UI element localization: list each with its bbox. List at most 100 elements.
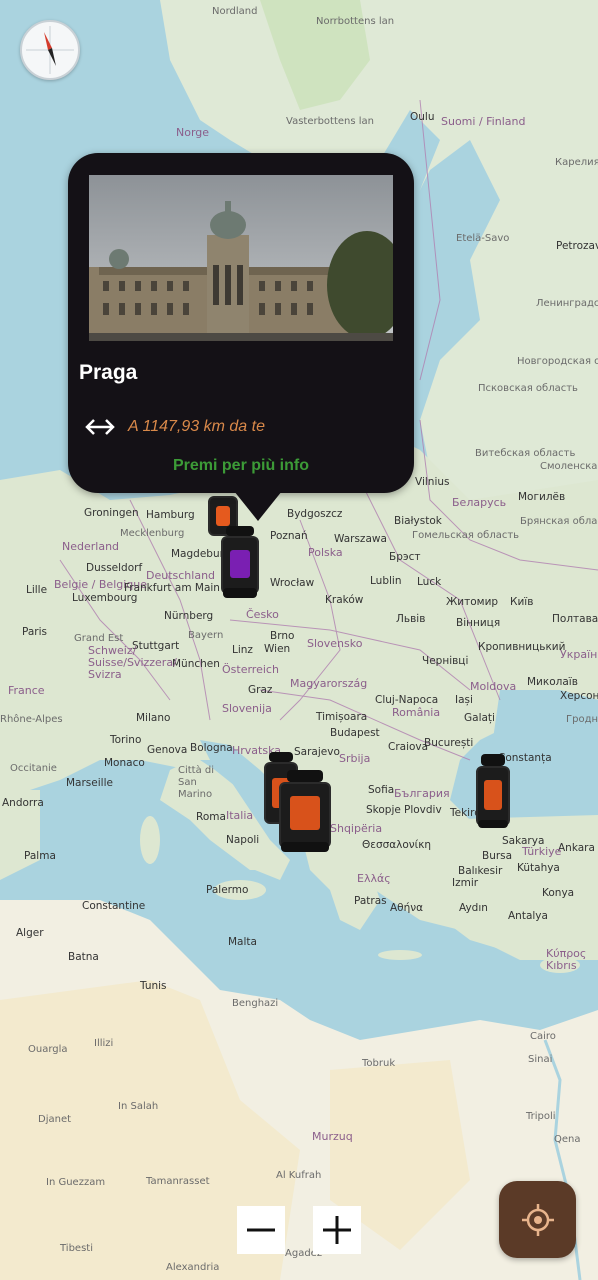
location-title: Praga	[79, 361, 138, 384]
map-label: Batna	[68, 951, 99, 963]
map-label: Tobruk	[362, 1058, 396, 1069]
lantern-marker[interactable]	[220, 526, 260, 600]
map-label: Luck	[417, 576, 442, 588]
map-label: Murzuq	[312, 1130, 353, 1143]
map-label: Graz	[248, 684, 273, 696]
map-label: Oulu	[410, 111, 435, 123]
map-label: Djanet	[38, 1114, 72, 1125]
map-label: Могилёв	[518, 491, 566, 503]
map-label: Mecklenburg	[120, 528, 185, 539]
map-label: München	[172, 658, 220, 670]
map-label: Kraków	[325, 594, 364, 606]
map-label: Гомельская область	[412, 530, 520, 541]
map-label: Grand Est	[74, 633, 124, 644]
map-label: Deutschland	[146, 569, 216, 582]
map-label: Tibesti	[60, 1243, 93, 1254]
distance-row: A 1147,93 km da te	[84, 413, 265, 441]
map-label: Wrocław	[270, 577, 315, 589]
map-label: Vasterbottens lan	[286, 116, 375, 127]
zoom-in-button[interactable]	[313, 1206, 361, 1254]
map-label: България	[394, 787, 450, 800]
map-label: Groningen	[84, 507, 139, 519]
map-label: Qena	[554, 1134, 581, 1145]
map-label: In Guezzam	[46, 1177, 106, 1188]
map-label: Schweiz/ Suisse/Svizzera/ Svizra	[88, 644, 177, 681]
map-label: Θεσσαλονίκη	[362, 839, 432, 851]
map-label: Львів	[396, 613, 426, 625]
map-label: România	[392, 706, 441, 719]
map-label: Napoli	[226, 834, 260, 846]
zoom-out-button[interactable]	[237, 1206, 285, 1254]
map-label: Etelä-Savo	[456, 233, 510, 244]
map-label: Paris	[22, 626, 47, 638]
map-label: Tripoli	[526, 1111, 556, 1122]
map-label: Milano	[136, 712, 171, 724]
more-info-link[interactable]: Premi per più info	[68, 457, 414, 475]
map-label: Monaco	[104, 757, 145, 769]
map-label: Città di San Marino	[178, 765, 215, 800]
map-label: Polska	[308, 546, 343, 559]
map-label: Palermo	[206, 884, 249, 896]
map-label: Sarajevo	[294, 746, 340, 758]
map-label: București	[424, 737, 474, 749]
map-label: Norge	[176, 126, 210, 139]
map-label: Frankfurt am Main	[124, 582, 220, 594]
map-label: Гродненская	[566, 714, 598, 725]
map-label: Nordland	[212, 6, 258, 17]
map-label: In Salah	[118, 1101, 159, 1112]
popup-pointer	[234, 491, 282, 521]
map-label: France	[8, 684, 45, 697]
map-label: Kütahya	[517, 862, 560, 874]
map-label: Карелия	[555, 157, 598, 168]
map-label: Suomi / Finland	[441, 115, 526, 128]
map-label: Slovenija	[222, 702, 272, 715]
map-label: Patras	[354, 895, 387, 907]
map-label: Poznań	[270, 530, 308, 542]
map-label: Nürnberg	[164, 610, 214, 622]
map-label: Lille	[26, 584, 48, 596]
map-label: Кропивницький	[478, 641, 566, 653]
map-label: Srbija	[339, 752, 371, 765]
map-label: Alger	[16, 927, 44, 939]
map-label: Sinai	[528, 1054, 553, 1065]
map-label: Genova	[147, 744, 188, 756]
map-label: Moldova	[470, 680, 517, 693]
map-label: Shqipëria	[330, 822, 383, 835]
map-label: Norrbottens lan	[316, 16, 395, 27]
double-arrow-icon	[85, 419, 115, 435]
map-label: Aydın	[459, 902, 488, 914]
map-label: Roma	[196, 811, 226, 823]
location-popup[interactable]: Praga A 1147,93 km da te Premi per più i…	[68, 153, 414, 521]
map-label: Bologna	[190, 742, 233, 754]
map-label: Ouargla	[28, 1044, 68, 1055]
map-label: Rhône-Alpes	[0, 714, 63, 725]
map-label: Slovensko	[307, 637, 363, 650]
map-label: Occitanie	[10, 763, 57, 774]
map-label: Marseille	[66, 777, 113, 789]
map-label: Ελλάς	[357, 872, 391, 885]
map-label: Смоленская область	[540, 461, 598, 472]
lantern-marker[interactable]	[474, 754, 512, 830]
map-label: Витебская область	[475, 448, 576, 459]
map-label: Cluj-Napoca	[375, 694, 439, 706]
minus-icon	[247, 1228, 275, 1232]
map-label: Linz	[232, 644, 253, 656]
map-label: Україна	[560, 648, 598, 661]
compass-icon	[26, 26, 74, 74]
map-label: Malta	[228, 936, 257, 948]
locate-me-button[interactable]	[499, 1181, 576, 1258]
map-label: Timișoara	[316, 711, 368, 723]
map-label: Petrozavodsk	[556, 240, 598, 252]
map-label: Κύπρος Kıbrıs	[546, 947, 587, 972]
map-label: Hamburg	[146, 509, 195, 521]
compass-button[interactable]	[20, 20, 80, 80]
map-label: Al Kufrah	[276, 1170, 322, 1181]
map-label: Nederland	[62, 540, 120, 553]
map-label: Budapest	[330, 727, 380, 739]
map-label: Benghazi	[232, 998, 279, 1009]
map-label: Craiova	[388, 741, 429, 753]
distance-text: A 1147,93 km da te	[128, 418, 265, 435]
lantern-marker[interactable]	[278, 770, 332, 854]
map-label: Iași	[455, 694, 473, 706]
map-label: Брянская область	[520, 516, 598, 527]
